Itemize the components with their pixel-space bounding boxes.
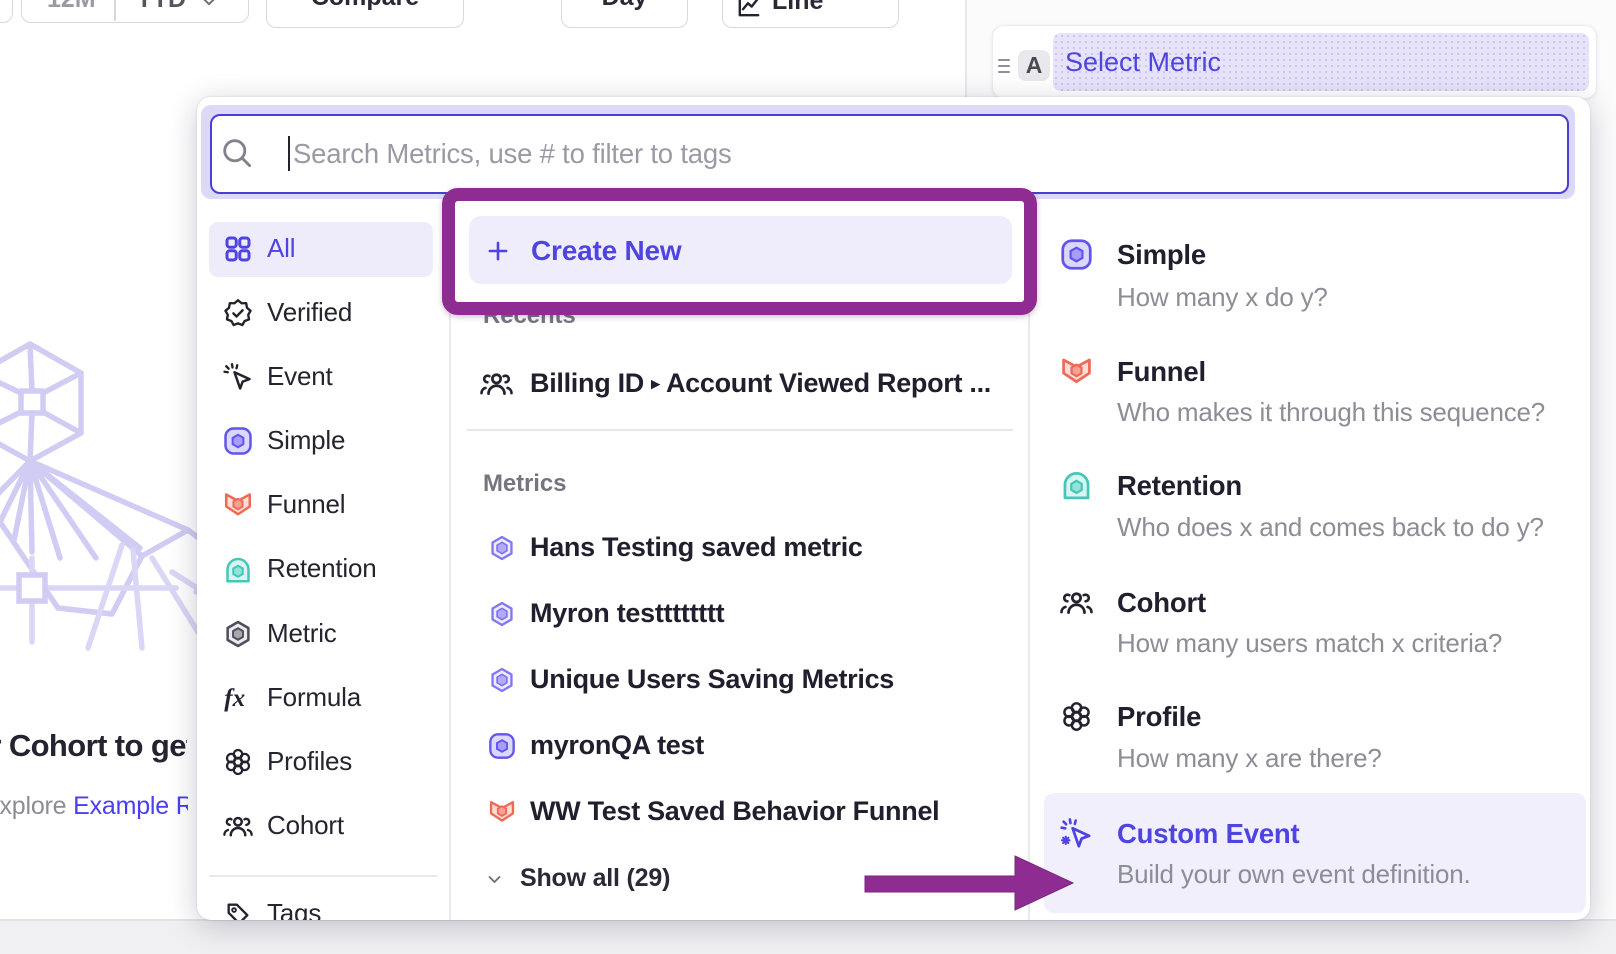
svg-text:fx: fx [224, 685, 245, 712]
